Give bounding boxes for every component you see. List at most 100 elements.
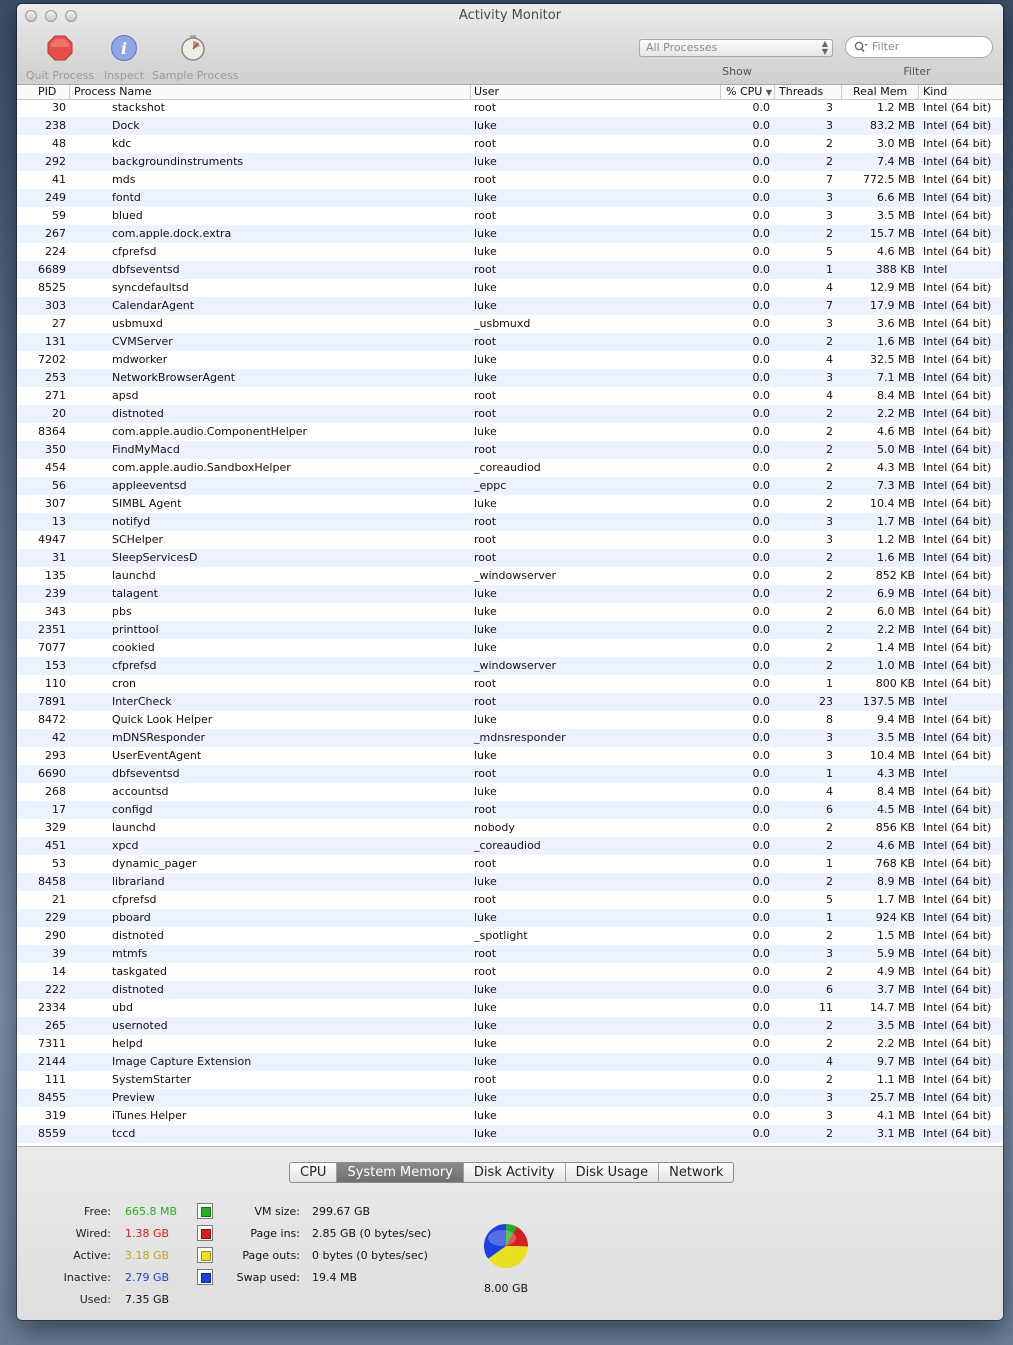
table-row[interactable]: 8472 Quick Look Helper luke 0.0 8 9.4 MB Intel… [17, 711, 1003, 729]
table-row[interactable]: 6689 dbfseventsd root 0.0 1 388 KB Intel [17, 261, 1003, 279]
table-row[interactable]: 20 distnoted root 0.0 2 2.2 MB Intel (64 bit) [17, 405, 1003, 423]
cell-threads: 8 [826, 713, 833, 726]
table-row[interactable]: 7891 InterCheck root 0.0 23 137.5 MB Intel [17, 693, 1003, 711]
column-header-process-name[interactable]: Process Name [70, 85, 471, 99]
active-color-swatch[interactable] [197, 1247, 213, 1263]
table-row[interactable]: 111 SystemStarter root 0.0 2 1.1 MB Intel (64 … [17, 1071, 1003, 1089]
tab-network[interactable]: Network [659, 1163, 733, 1182]
table-row[interactable]: 6690 dbfseventsd root 0.0 1 4.3 MB Intel [17, 765, 1003, 783]
cell-threads: 4 [826, 389, 833, 402]
table-row[interactable]: 13 notifyd root 0.0 3 1.7 MB Intel (64 bit) [17, 513, 1003, 531]
table-row[interactable]: 253 NetworkBrowserAgent luke 0.0 3 7.1 MB Inte… [17, 369, 1003, 387]
table-row[interactable]: 267 com.apple.dock.extra luke 0.0 2 15.7 MB In… [17, 225, 1003, 243]
inactive-color-swatch[interactable] [197, 1269, 213, 1285]
cell-kind: Intel (64 bit) [923, 1019, 992, 1032]
table-row[interactable]: 239 talagent luke 0.0 2 6.9 MB Intel (64 bit) [17, 585, 1003, 603]
table-row[interactable]: 249 fontd luke 0.0 3 6.6 MB Intel (64 bit) [17, 189, 1003, 207]
tab-cpu[interactable]: CPU [290, 1163, 338, 1182]
column-header-cpu[interactable]: % CPU ▼ [721, 85, 775, 99]
table-row[interactable]: 42 mDNSResponder _mdnsresponder 0.0 3 3.5 MB I… [17, 729, 1003, 747]
table-row[interactable]: 14 taskgated root 0.0 2 4.9 MB Intel (64 bit) [17, 963, 1003, 981]
table-row[interactable]: 319 iTunes Helper luke 0.0 3 4.1 MB Intel (64 … [17, 1107, 1003, 1125]
table-row[interactable]: 293 UserEventAgent luke 0.0 3 10.4 MB Intel (6… [17, 747, 1003, 765]
table-row[interactable]: 53 dynamic_pager root 0.0 1 768 KB Intel (64 b… [17, 855, 1003, 873]
column-header-user[interactable]: User [471, 85, 721, 99]
cell-kind: Intel (64 bit) [923, 857, 992, 870]
wired-color-swatch[interactable] [197, 1225, 213, 1241]
table-row[interactable]: 2351 printtool luke 0.0 2 2.2 MB Intel (64 bit… [17, 621, 1003, 639]
table-row[interactable]: 222 distnoted luke 0.0 6 3.7 MB Intel (64 bit) [17, 981, 1003, 999]
table-row[interactable]: 8559 tccd luke 0.0 2 3.1 MB Intel (64 bit) [17, 1125, 1003, 1143]
cell-cpu: 0.0 [752, 1037, 771, 1050]
table-row[interactable]: 265 usernoted luke 0.0 2 3.5 MB Intel (64 bit) [17, 1017, 1003, 1035]
cell-pid: 267 [45, 227, 66, 240]
table-row[interactable]: 30 stackshot root 0.0 3 1.2 MB Intel (64 bit) [17, 99, 1003, 117]
cell-cpu: 0.0 [752, 749, 771, 762]
column-header-kind[interactable]: Kind [919, 85, 1003, 99]
filter-search-field[interactable]: Filter [845, 36, 993, 58]
table-row[interactable]: 2334 ubd luke 0.0 11 14.7 MB Intel (64 bit) [17, 999, 1003, 1017]
table-row[interactable]: 7202 mdworker luke 0.0 4 32.5 MB Intel (64 bit… [17, 351, 1003, 369]
cell-process-name: distnoted [112, 983, 164, 996]
cell-kind: Intel (64 bit) [923, 515, 992, 528]
cell-user: luke [474, 353, 497, 366]
table-row[interactable]: 451 xpcd _coreaudiod 0.0 2 4.6 MB Intel (64 bi… [17, 837, 1003, 855]
table-row[interactable]: 290 distnoted _spotlight 0.0 2 1.5 MB Intel (6… [17, 927, 1003, 945]
table-row[interactable]: 229 pboard luke 0.0 1 924 KB Intel (64 bit) [17, 909, 1003, 927]
cell-pid: 8559 [38, 1127, 66, 1140]
show-processes-select[interactable]: All Processes ▲ ▼ [639, 39, 833, 57]
table-row[interactable]: 17 configd root 0.0 6 4.5 MB Intel (64 bit) [17, 801, 1003, 819]
table-row[interactable]: 131 CVMServer root 0.0 2 1.6 MB Intel (64 bit) [17, 333, 1003, 351]
table-row[interactable]: 8455 Preview luke 0.0 3 25.7 MB Intel (64 bit) [17, 1089, 1003, 1107]
tab-disk-usage[interactable]: Disk Usage [566, 1163, 660, 1182]
cell-real-mem: 800 KB [875, 677, 915, 690]
table-row[interactable]: 224 cfprefsd luke 0.0 5 4.6 MB Intel (64 bit) [17, 243, 1003, 261]
cell-process-name: SleepServicesD [112, 551, 198, 564]
page-outs-value: 0 bytes (0 bytes/sec) [312, 1249, 428, 1262]
table-row[interactable]: 303 CalendarAgent luke 0.0 7 17.9 MB Intel (64… [17, 297, 1003, 315]
table-row[interactable]: 268 accountsd luke 0.0 4 8.4 MB Intel (64 bit) [17, 783, 1003, 801]
cell-process-name: pboard [112, 911, 151, 924]
table-row[interactable]: 39 mtmfs root 0.0 3 5.9 MB Intel (64 bit) [17, 945, 1003, 963]
table-row[interactable]: 8364 com.apple.audio.ComponentHelper luke 0… [17, 423, 1003, 441]
table-row[interactable]: 8525 syncdefaultsd luke 0.0 4 12.9 MB Intel (6… [17, 279, 1003, 297]
quit-process-button[interactable]: Quit Process [22, 34, 98, 82]
table-row[interactable]: 41 mds root 0.0 7 772.5 MB Intel (64 bit) [17, 171, 1003, 189]
table-row[interactable]: 56 appleeventsd _eppc 0.0 2 7.3 MB Intel (64 b… [17, 477, 1003, 495]
table-row[interactable]: 48 kdc root 0.0 2 3.0 MB Intel (64 bit) [17, 135, 1003, 153]
column-header-real-mem[interactable]: Real Mem [842, 85, 919, 99]
column-header-threads[interactable]: Threads [775, 85, 842, 99]
table-row[interactable]: 238 Dock luke 0.0 3 83.2 MB Intel (64 bit) [17, 117, 1003, 135]
tab-disk-activity[interactable]: Disk Activity [464, 1163, 566, 1182]
table-row[interactable]: 153 cfprefsd _windowserver 0.0 2 1.0 MB Intel … [17, 657, 1003, 675]
table-row[interactable]: 59 blued root 0.0 3 3.5 MB Intel (64 bit) [17, 207, 1003, 225]
table-row[interactable]: 343 pbs luke 0.0 2 6.0 MB Intel (64 bit) [17, 603, 1003, 621]
sample-process-button[interactable]: Sample Process [152, 34, 238, 82]
cell-pid: 8458 [38, 875, 66, 888]
table-row[interactable]: 329 launchd nobody 0.0 2 856 KB Intel (64 bit) [17, 819, 1003, 837]
table-row[interactable]: 8458 librariand luke 0.0 2 8.9 MB Intel (64 bi… [17, 873, 1003, 891]
table-row[interactable]: 307 SIMBL Agent luke 0.0 2 10.4 MB Intel (64 b… [17, 495, 1003, 513]
table-row[interactable]: 27 usbmuxd _usbmuxd 0.0 3 3.6 MB Intel (64 bit… [17, 315, 1003, 333]
table-row[interactable]: 110 cron root 0.0 1 800 KB Intel (64 bit) [17, 675, 1003, 693]
table-row[interactable]: 31 SleepServicesD root 0.0 2 1.6 MB Intel (64 … [17, 549, 1003, 567]
table-row[interactable]: 7311 helpd luke 0.0 2 2.2 MB Intel (64 bit) [17, 1035, 1003, 1053]
table-row[interactable]: 454 com.apple.audio.SandboxHelper _coreaud… [17, 459, 1003, 477]
cell-pid: 42 [52, 731, 66, 744]
free-color-swatch[interactable] [197, 1203, 213, 1219]
table-row[interactable]: 21 cfprefsd root 0.0 5 1.7 MB Intel (64 bit) [17, 891, 1003, 909]
table-row[interactable]: 135 launchd _windowserver 0.0 2 852 KB Intel (… [17, 567, 1003, 585]
cell-real-mem: 1.6 MB [876, 551, 915, 564]
tab-system-memory[interactable]: System Memory [337, 1163, 464, 1182]
cell-cpu: 0.0 [752, 263, 771, 276]
inspect-button[interactable]: i Inspect [99, 34, 149, 82]
table-row[interactable]: 7077 cookied luke 0.0 2 1.4 MB Intel (64 bit) [17, 639, 1003, 657]
table-row[interactable]: 271 apsd root 0.0 4 8.4 MB Intel (64 bit) [17, 387, 1003, 405]
table-row[interactable]: 292 backgroundinstruments luke 0.0 2 7.4 MB In… [17, 153, 1003, 171]
cell-cpu: 0.0 [752, 659, 771, 672]
table-row[interactable]: 4947 SCHelper root 0.0 3 1.2 MB Intel (64 bit) [17, 531, 1003, 549]
table-row[interactable]: 2144 Image Capture Extension luke 0.0 4 9.7 M… [17, 1053, 1003, 1071]
cell-cpu: 0.0 [752, 587, 771, 600]
table-row[interactable]: 350 FindMyMacd root 0.0 2 5.0 MB Intel (64 bit… [17, 441, 1003, 459]
column-header-pid[interactable]: PID [17, 85, 70, 99]
